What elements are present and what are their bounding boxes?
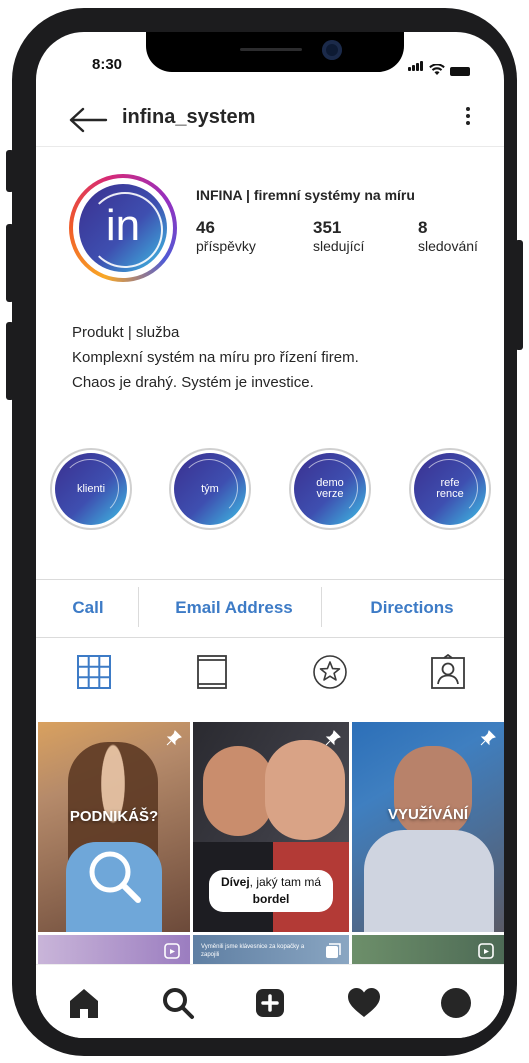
phone-volume-down (6, 322, 14, 400)
signal-icon (408, 58, 424, 76)
post-caption: PODNIKÁŠ? (69, 808, 159, 825)
bio-line: Chaos je drahý. Systém je investice. (72, 374, 314, 391)
display-name: INFINA | firemní systémy na míru (196, 187, 415, 203)
bottom-nav (36, 964, 504, 1038)
profile-header: infina_system (36, 98, 504, 147)
stat-posts-label: příspěvky (196, 238, 256, 254)
post-shirt (364, 830, 494, 932)
camera (322, 40, 342, 60)
reels-icon[interactable] (194, 654, 230, 690)
post-caption: VYUŽÍVÁNÍ (387, 806, 468, 823)
stat-followers[interactable]: 351 sledující (313, 218, 364, 254)
post-caption: , jaký tam má (249, 875, 322, 889)
status-icons (408, 58, 470, 76)
bio-category: Produkt | služba (72, 324, 180, 341)
pin-icon (325, 730, 341, 746)
highlight-label: verze (316, 488, 344, 500)
star-icon[interactable] (312, 654, 348, 690)
pin-icon (166, 730, 182, 746)
highlight-klienti[interactable]: klienti (50, 448, 132, 530)
phone-volume-up (6, 224, 14, 302)
divider (36, 579, 504, 580)
more-vertical-icon[interactable] (464, 104, 472, 130)
stat-posts[interactable]: 46 příspěvky (196, 218, 256, 254)
call-button[interactable]: Call (56, 598, 120, 618)
stat-following-value: 8 (418, 218, 428, 237)
wifi-icon (429, 64, 445, 75)
post-caption-bold: Dívej (220, 875, 250, 889)
post-tile[interactable]: VYUŽÍVÁNÍ (352, 722, 504, 932)
stat-followers-value: 351 (313, 218, 342, 237)
stat-followers-label: sledující (313, 238, 365, 254)
reel-icon (478, 943, 494, 959)
back-arrow-icon[interactable] (68, 106, 108, 134)
activity-heart-icon[interactable] (346, 985, 382, 1021)
highlight-tym[interactable]: tým (169, 448, 251, 530)
profile-icon[interactable] (438, 985, 474, 1021)
highlight-label: rence (436, 488, 464, 500)
post-tile[interactable]: PODNIKÁŠ? (38, 722, 190, 932)
tagged-icon[interactable] (430, 654, 466, 690)
carousel-icon (326, 943, 341, 958)
post-caption-line2: bordel (252, 892, 290, 906)
post-caption: Vyměnili jsme klávesnice za kopačky a za… (201, 944, 305, 958)
profile-username: infina_system (122, 106, 256, 128)
notch (146, 32, 404, 72)
magnifier-icon (89, 851, 141, 903)
speaker (240, 48, 302, 51)
home-icon[interactable] (66, 985, 102, 1021)
post-tile[interactable]: Dívej, jaký tam má bordel (193, 722, 349, 932)
grid-icon[interactable] (76, 654, 112, 690)
battery-icon (450, 67, 470, 76)
new-post-icon[interactable] (252, 985, 288, 1021)
status-time: 8:30 (92, 56, 123, 73)
highlight-label: tým (201, 482, 219, 495)
post-person (394, 746, 472, 838)
profile-bio: Produkt | služba Komplexní systém na mír… (72, 320, 359, 395)
highlight-label: klienti (76, 482, 106, 495)
email-button[interactable]: Email Address (146, 598, 322, 618)
phone-side-button (6, 150, 14, 192)
reel-icon (164, 943, 180, 959)
brand-logo: in (79, 184, 167, 272)
phone-power-button (515, 240, 523, 350)
phone-screen: 8:30 infina_system in INFINA | firemní s… (36, 32, 504, 1038)
stat-following-label: sledování (418, 238, 478, 254)
stat-posts-value: 46 (196, 218, 215, 237)
avatar[interactable]: in (69, 174, 177, 282)
bio-line: Komplexní systém na míru pro řízení fire… (72, 349, 359, 366)
stat-following[interactable]: 8 sledování (418, 218, 478, 254)
caption-bubble: Dívej, jaký tam má bordel (209, 870, 333, 912)
divider (138, 587, 139, 627)
directions-button[interactable]: Directions (336, 598, 488, 618)
post-person (265, 740, 345, 840)
search-icon[interactable] (160, 985, 196, 1021)
highlight-reference[interactable]: refe rence (409, 448, 491, 530)
pin-icon (480, 730, 496, 746)
avatar-logo-text: in (105, 201, 141, 250)
highlight-demo-verze[interactable]: demo verze (289, 448, 371, 530)
divider (321, 587, 322, 627)
post-person (203, 746, 273, 836)
divider (36, 637, 504, 638)
